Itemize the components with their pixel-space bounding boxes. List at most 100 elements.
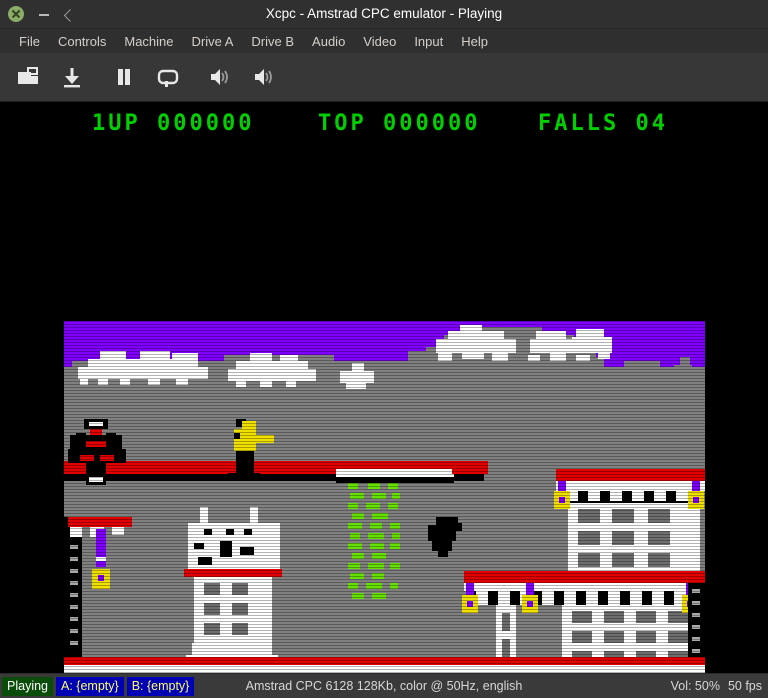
menu-item-help[interactable]: Help	[452, 32, 497, 51]
enemy-chest	[86, 441, 106, 447]
hud-top-label: TOP	[318, 110, 367, 136]
left-ladder-rung-3	[70, 545, 78, 549]
right-upper-win-8	[612, 553, 634, 567]
right-lower-win-8	[668, 631, 688, 643]
bull-eye-left	[204, 529, 212, 535]
right-upper-beam-6	[676, 483, 688, 501]
emulator-display[interactable]: 1UP 000000 TOP 000000 FALLS 04	[0, 102, 768, 673]
right-upper-win-7	[578, 553, 600, 567]
right-ladder-rung-5	[692, 637, 700, 641]
right-ladder-rung-4	[692, 625, 700, 629]
cloud-5f	[550, 353, 566, 361]
vine-seg-11b	[366, 583, 382, 589]
ground-red-line	[64, 657, 705, 665]
cloud-3a	[340, 371, 374, 383]
vine-seg-7a	[348, 543, 362, 549]
pause-button[interactable]	[102, 55, 146, 99]
vine-seg-10a	[350, 573, 364, 579]
save-disk-button[interactable]	[50, 55, 94, 99]
cloud-4e	[462, 353, 484, 359]
vine-seg-5a	[348, 523, 362, 529]
vine-seg-7b	[370, 543, 384, 549]
status-badge-drive-b[interactable]: B: {empty}	[126, 676, 195, 696]
right-lower-win-5	[572, 631, 592, 643]
menu-item-input[interactable]: Input	[405, 32, 452, 51]
menu-item-machine[interactable]: Machine	[115, 32, 182, 51]
player-head	[242, 421, 256, 429]
cloud-4c	[460, 325, 482, 333]
title-bar: Xcpc - Amstrad CPC emulator - Playing	[0, 0, 768, 29]
vine-seg-12a	[352, 593, 364, 599]
right-lower-win-6	[604, 631, 624, 643]
right-ladder-rung-6	[692, 649, 700, 653]
menu-item-drive-b[interactable]: Drive B	[242, 32, 303, 51]
menu-item-audio[interactable]: Audio	[303, 32, 354, 51]
left-building-pillar-1	[192, 643, 200, 657]
left-building-win-5	[204, 623, 220, 635]
upper-platform-right	[452, 461, 488, 474]
hud-falls: FALLS 04	[538, 111, 668, 136]
menu-item-video[interactable]: Video	[354, 32, 405, 51]
open-disk-button[interactable]	[6, 55, 50, 99]
left-awning-trim-1	[70, 527, 82, 537]
folder-open-icon	[15, 64, 41, 90]
bull-eye-right	[226, 529, 234, 535]
vine-seg-12b	[372, 593, 386, 599]
player-body-shade	[234, 433, 240, 439]
right-lower-beam-6	[586, 585, 598, 605]
right-lower-win-3	[636, 611, 656, 623]
window-title: Xcpc - Amstrad CPC emulator - Playing	[265, 6, 503, 21]
right-pillar-slot-1	[502, 613, 510, 631]
vine-seg-6c	[392, 533, 400, 539]
hill-far-right-peak	[680, 357, 690, 369]
left-building-win-6	[232, 623, 248, 635]
status-badge-drive-a[interactable]: A: {empty}	[56, 676, 124, 696]
cloud-5c	[572, 337, 612, 353]
left-awning	[68, 517, 132, 527]
left-lantern-rope	[96, 529, 106, 567]
vine-seg-11c	[390, 583, 398, 589]
right-lower-win-2	[604, 611, 624, 623]
download-icon	[59, 64, 85, 90]
menu-bar: File Controls Machine Drive A Drive B Au…	[0, 29, 768, 53]
status-badge-state: Playing	[2, 676, 53, 696]
menu-item-controls[interactable]: Controls	[49, 32, 115, 51]
enemy-arm-left	[76, 433, 86, 441]
cloud-3b	[352, 363, 364, 371]
cloud-4f	[492, 353, 508, 361]
vine-seg-9c	[390, 563, 400, 569]
hud-player-score: 1UP 000000	[92, 111, 254, 136]
lantern-l1-glow	[467, 601, 473, 607]
cloud-5e	[528, 355, 540, 361]
bull-spot-2	[240, 547, 254, 555]
menu-item-drive-a[interactable]: Drive A	[183, 32, 243, 51]
left-ladder	[64, 517, 82, 657]
ground-white-line	[64, 665, 705, 673]
right-upper-beam-5	[654, 483, 666, 501]
volume-increase-button[interactable]	[242, 55, 286, 99]
volume-decrease-button[interactable]	[198, 55, 242, 99]
left-ladder-rung-7	[70, 593, 78, 597]
right-upper-win-6	[648, 531, 670, 545]
cloud-2c	[250, 353, 272, 363]
reset-button[interactable]	[146, 55, 190, 99]
vine-seg-10b	[372, 573, 384, 579]
left-ladder-rung-6	[70, 581, 78, 585]
lantern-u2-glow	[693, 497, 699, 503]
left-building-win-2	[232, 583, 248, 595]
cpc-screen: 1UP 000000 TOP 000000 FALLS 04	[0, 102, 768, 673]
menu-item-file[interactable]: File	[10, 32, 49, 51]
vine-seg-5c	[390, 523, 400, 529]
volume-high-icon	[251, 64, 277, 90]
cloud-5b	[536, 331, 566, 341]
application-window: Xcpc - Amstrad CPC emulator - Playing Fi…	[0, 0, 768, 698]
bull-spot-1	[244, 529, 252, 535]
vine-seg-3b	[366, 503, 380, 509]
vine-seg-9b	[368, 563, 384, 569]
cloud-5g	[576, 355, 590, 361]
right-upper-beam-2	[588, 483, 600, 501]
vine-seg-4a	[352, 513, 364, 519]
left-building-win-1	[204, 583, 220, 595]
right-lower-roof	[464, 571, 705, 583]
cloud-1d	[140, 351, 170, 361]
